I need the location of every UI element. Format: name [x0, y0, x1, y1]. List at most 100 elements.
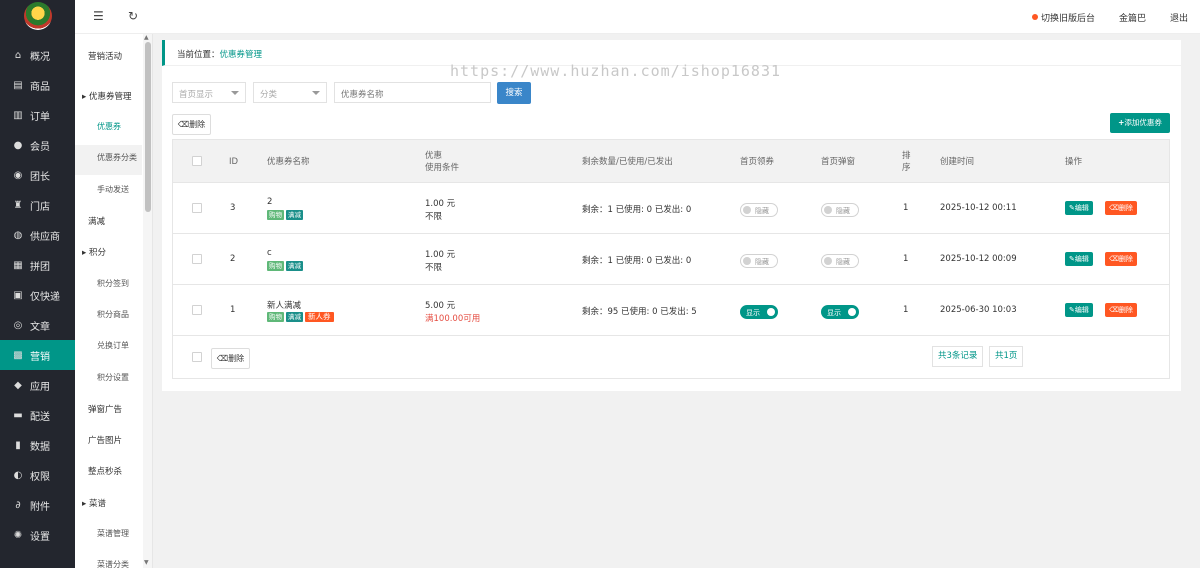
menu-toggle-icon[interactable]: ☰ — [93, 9, 104, 23]
home-receive-toggle[interactable]: 隐藏 — [740, 203, 778, 217]
logout-link[interactable]: 退出 — [1170, 11, 1188, 24]
coupon-id: 2 — [230, 254, 236, 264]
row-checkbox[interactable] — [192, 305, 202, 315]
nav-item[interactable]: ♜ 门店 — [0, 190, 75, 220]
row-checkbox[interactable] — [192, 254, 202, 264]
coupon-quantity: 剩余：1 已使用: 0 已发出: 0 — [582, 256, 692, 266]
sub-nav-item[interactable]: ▸ 优惠券管理 — [82, 90, 152, 102]
nav-item[interactable]: ● 会员 — [0, 130, 75, 160]
order-icon: ▥ — [13, 109, 23, 121]
trash-icon: ⌫ — [177, 120, 190, 129]
footer-delete-button[interactable]: ⌫删除 — [211, 348, 250, 369]
nav-item[interactable]: ∂ 附件 — [0, 490, 75, 520]
nav-item[interactable]: ◎ 文章 — [0, 310, 75, 340]
article-icon: ◎ — [13, 319, 23, 331]
toggle-label: 显示 — [746, 309, 760, 317]
footer-select-all-checkbox[interactable] — [192, 352, 202, 362]
search-button[interactable]: 搜索 — [497, 82, 531, 104]
sub-nav-item[interactable]: 菜谱分类 — [97, 559, 167, 568]
coupon-name-input[interactable]: 优惠券名称 — [334, 82, 491, 103]
add-coupon-button[interactable]: +添加优惠券 — [1110, 113, 1170, 133]
sub-nav-item[interactable]: 积分商品 — [97, 309, 167, 320]
coupon-tags: 购物 满减 新人券 — [267, 312, 336, 322]
scroll-down-icon[interactable]: ▼ — [144, 559, 149, 566]
footer-delete-label: 删除 — [228, 354, 245, 363]
coupon-tag: 满减 — [286, 312, 303, 322]
home-receive-toggle[interactable]: 隐藏 — [740, 254, 778, 268]
table-row: 1 新人满减 购物 满减 新人券 5.00 元 满100.00可用 剩余：95 已使… — [173, 285, 1169, 336]
user-name[interactable]: 金篇巴 — [1119, 11, 1146, 24]
coupon-amount: 1.00 元 — [425, 199, 456, 209]
nav-item[interactable]: ▦ 拼团 — [0, 250, 75, 280]
nav-item[interactable]: ▩ 营销 — [0, 340, 75, 370]
sub-nav-item[interactable]: 优惠券分类 — [97, 152, 167, 163]
sub-nav-item[interactable]: 手动发送 — [97, 184, 167, 195]
delete-button[interactable]: ⌫删除 — [1105, 252, 1137, 266]
add-coupon-label: 添加优惠券 — [1124, 118, 1162, 127]
sub-nav-item[interactable]: ▸ 菜谱 — [82, 497, 152, 509]
sub-nav-item[interactable]: ▸ 积分 — [82, 246, 152, 258]
coupon-sort: 1 — [903, 203, 909, 213]
nav-item[interactable]: ◉ 团长 — [0, 160, 75, 190]
homepage-display-select[interactable]: 首页显示 — [172, 82, 246, 103]
coupon-condition: 满100.00可用 — [425, 314, 481, 324]
select-all-checkbox[interactable] — [192, 156, 202, 166]
edit-button[interactable]: ✎编辑 — [1065, 252, 1093, 266]
sub-nav-item[interactable]: 积分设置 — [97, 372, 167, 383]
edit-button[interactable]: ✎编辑 — [1065, 201, 1093, 215]
sub-nav-item[interactable]: 优惠券 — [97, 121, 167, 132]
homepage-display-placeholder: 首页显示 — [179, 90, 214, 100]
switch-old-admin-link[interactable]: 切换旧版后台 — [1041, 11, 1095, 24]
refresh-icon[interactable]: ↻ — [128, 9, 138, 23]
edit-label: 编辑 — [1074, 204, 1089, 212]
breadcrumb-current[interactable]: 优惠券管理 — [220, 50, 263, 60]
home-popup-toggle[interactable]: 隐藏 — [821, 254, 859, 268]
home-popup-toggle[interactable]: 显示 — [821, 305, 859, 319]
home-icon: ⌂ — [14, 49, 22, 61]
nav-item[interactable]: ▬ 配送 — [0, 400, 75, 430]
home-popup-toggle[interactable]: 隐藏 — [821, 203, 859, 217]
sub-nav-item[interactable]: 兑换订单 — [97, 340, 167, 351]
header-created: 创建时间 — [940, 157, 975, 167]
sidebar-scroll-thumb[interactable] — [145, 42, 151, 212]
app-icon: ◆ — [14, 379, 22, 391]
header-name: 优惠券名称 — [267, 157, 310, 167]
nav-item[interactable]: ✺ 设置 — [0, 520, 75, 550]
sub-sidebar: 营销活动 ▸ 优惠券管理 优惠券 优惠券分类 手动发送 满减 ▸ 积分 积分签到 积分商品 兑换订… — [75, 34, 153, 568]
delete-button[interactable]: ⌫删除 — [1105, 201, 1137, 215]
coupon-name: 2 — [267, 197, 273, 207]
express-icon: ▣ — [13, 289, 23, 301]
nav-item[interactable]: ⌂ 概况 — [0, 40, 75, 70]
sub-nav-item[interactable]: 菜谱管理 — [97, 528, 167, 539]
nav-item[interactable]: ▥ 订单 — [0, 100, 75, 130]
category-select[interactable]: 分类 — [253, 82, 327, 103]
store-icon: ♜ — [13, 199, 23, 211]
nav-item[interactable]: ▤ 商品 — [0, 70, 75, 100]
toggle-knob — [848, 308, 856, 316]
sub-nav-item[interactable]: 积分签到 — [97, 278, 167, 289]
main-sidebar: ⌂ 概况 ▤ 商品 ▥ 订单 ● 会员 ◉ 团长 ♜ 门店 ◍ 供应商 ▦ 拼团 ▣ 仅快递 ◎ 文章 ▩ 营销 ◆ 应用 ▬ 配… — [0, 0, 75, 568]
nav-item[interactable]: ◐ 权限 — [0, 460, 75, 490]
table-header: ID 优惠券名称 优惠 使用条件 剩余数量/已使用/已发出 首页领券 首页弹窗 … — [173, 140, 1169, 183]
nav-item[interactable]: ◆ 应用 — [0, 370, 75, 400]
nav-item[interactable]: ▮ 数据 — [0, 430, 75, 460]
coupon-name: c — [267, 248, 272, 258]
nav-item[interactable]: ▣ 仅快递 — [0, 280, 75, 310]
nav-item-label: 团长 — [30, 171, 50, 183]
scroll-up-icon[interactable]: ▲ — [144, 34, 149, 41]
bulk-delete-button[interactable]: ⌫删除 — [172, 114, 211, 135]
home-receive-toggle[interactable]: 显示 — [740, 305, 778, 319]
coupon-condition: 不限 — [425, 263, 443, 273]
header-home-popup: 首页弹窗 — [821, 157, 856, 167]
header-quantity: 剩余数量/已使用/已发出 — [582, 157, 673, 167]
nav-item-label: 数据 — [30, 441, 50, 453]
edit-button[interactable]: ✎编辑 — [1065, 303, 1093, 317]
nav-item-label: 附件 — [30, 501, 50, 513]
edit-label: 编辑 — [1074, 306, 1089, 314]
coupon-created: 2025-06-30 10:03 — [940, 305, 1017, 315]
delete-button[interactable]: ⌫删除 — [1105, 303, 1137, 317]
nav-item[interactable]: ◍ 供应商 — [0, 220, 75, 250]
logo[interactable] — [24, 2, 52, 30]
member-icon: ● — [13, 139, 23, 151]
row-checkbox[interactable] — [192, 203, 202, 213]
